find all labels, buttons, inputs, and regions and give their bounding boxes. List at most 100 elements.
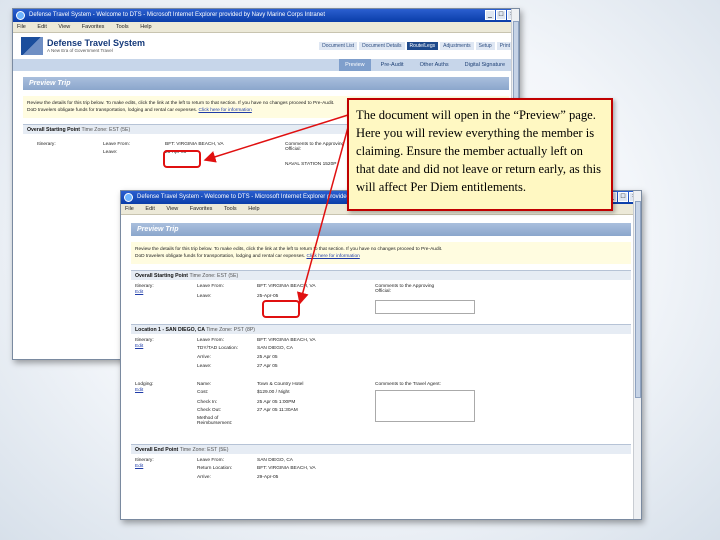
menu-edit[interactable]: Edit [145,206,154,212]
hotel-name-value: Town & Country Hotel [257,382,304,387]
comments-approving-textarea[interactable] [375,300,475,314]
menu-favorites[interactable]: Favorites [82,24,105,30]
comments-label: Comments to the Approving Official: [285,142,345,152]
section-starting-point: Overall Starting Point Time Zone: EST (5… [131,270,631,280]
comments-agent-label: Comments to the Travel Agent: [375,382,441,387]
tab-document-list[interactable]: Document List [319,42,358,50]
menu-tools[interactable]: Tools [116,24,129,30]
front-scrollbar[interactable] [633,191,641,519]
explanation-callout: The document will open in the “Preview” … [347,98,613,211]
leave-from-value: BFT: VIRGINIA BEACH, VA [165,142,224,147]
method-label: Method of Reimbursement: [197,416,233,426]
subnav-digital-signature[interactable]: Digital Signature [459,59,511,71]
lodging-row: Lodging: Edit Name: Town & Country Hotel… [131,380,631,438]
section-timezone: Time Zone: EST (5E) [179,447,229,453]
itinerary-label: Itinerary: [135,338,154,343]
tab-setup[interactable]: Setup [475,42,495,50]
back-date-highlight [163,150,201,168]
back-window-title: Defense Travel System - Welcome to DTS -… [29,12,325,18]
subnav-other-auths[interactable]: Other Auths [414,59,455,71]
sub-navigation: Preview Pre-Audit Other Auths Digital Si… [13,59,519,71]
arrive-value: 29-Apr-05 [257,475,279,480]
instructions-note: Review the details for this trip below. … [131,242,631,264]
dts-logo-icon [21,37,43,55]
leave-from-value: SAN DIEGO, CA [257,458,293,463]
edit-end-link[interactable]: Edit [135,464,143,469]
menu-tools[interactable]: Tools [224,206,237,212]
check-out-label: Check Out: [197,408,221,413]
leave-label: Leave: [197,294,212,299]
section-heading: Location 1 - SAN DIEGO, CA [135,327,205,333]
arrive-label: Arrive: [197,475,211,480]
info-link[interactable]: Click here for information [198,108,251,113]
scroll-thumb[interactable] [635,201,641,398]
front-date-highlight [262,300,300,318]
leave-from-label: Leave From: [197,338,224,343]
comments-approving-label: Comments to the Approving Official: [375,284,435,294]
arrive-label: Arrive: [197,355,211,360]
tab-adjustments[interactable]: Adjustments [440,42,474,50]
site-tagline: A New Era of Government Travel [47,47,113,53]
edit-lodging-link[interactable]: Edit [135,388,143,393]
subnav-pre-audit[interactable]: Pre-Audit [375,59,410,71]
hotel-name-label: Name: [197,382,212,387]
edit-start-link[interactable]: Edit [135,290,143,295]
subnav-preview[interactable]: Preview [339,59,371,71]
return-location-label: Return Location: [197,466,233,471]
check-in-label: Check In: [197,400,218,405]
page-title: Preview Trip [131,223,631,236]
naval-station-value: NAVAL STATION 1520P [285,162,337,167]
section-heading: Overall End Point [135,447,179,453]
tdy-location-value: SAN DIEGO, CA [257,346,293,351]
arrive-value: 25 Apr 05 [257,355,278,360]
tab-route-legs[interactable]: Route/Legs [406,42,439,50]
section-heading: Overall Starting Point [135,273,189,279]
cost-value: $129.00 / Night [257,390,290,395]
edit-location-link[interactable]: Edit [135,344,143,349]
end-point-row: Itinerary: Edit Leave From: SAN DIEGO, C… [131,454,631,488]
menu-file[interactable]: File [125,206,134,212]
check-out-value: 27 Apr 05 11:30AM [257,408,298,413]
menu-view[interactable]: View [58,24,70,30]
leave-value: 27 Apr 05 [257,364,278,369]
note-line-2: DoD travelers obligate funds for transpo… [27,108,198,113]
menu-edit[interactable]: Edit [37,24,46,30]
section-location-1: Location 1 - SAN DIEGO, CA Time Zone: PS… [131,324,631,334]
menu-view[interactable]: View [166,206,178,212]
maximize-button[interactable]: □ [618,192,628,202]
leave-date-value: 25-Apr-05 [257,294,279,299]
menu-help[interactable]: Help [248,206,259,212]
info-link[interactable]: Click here for information [306,254,359,259]
leave-from-label: Leave From: [197,458,224,463]
check-in-value: 25 Apr 05 1:00PM [257,400,296,405]
itinerary-label: Itinerary: [37,142,56,147]
menu-file[interactable]: File [17,24,26,30]
cost-label: Cost: [197,390,209,395]
leave-label: Leave: [103,150,118,155]
comments-agent-textarea[interactable] [375,390,475,422]
main-tabs: Document List Document Details Route/Leg… [319,42,513,50]
front-browser-window: Defense Travel System - Welcome to DTS -… [120,190,642,520]
site-name: Defense Travel System [47,37,146,48]
back-window-titlebar: Defense Travel System - Welcome to DTS -… [13,9,519,22]
site-header: Defense Travel System A New Era of Gover… [13,33,519,59]
section-timezone: Time Zone: EST (5E) [81,127,131,133]
leave-from-value: BFT: VIRGINIA BEACH, VA [257,284,316,289]
itinerary-label: Itinerary: [135,458,154,463]
maximize-button[interactable]: □ [496,10,506,20]
leave-from-value: BFT: VIRGINIA BEACH, VA [257,338,316,343]
location-itinerary-row: Itinerary: Edit Leave From: BFT: VIRGINI… [131,334,631,380]
section-timezone: Time Zone: EST (5E) [189,273,239,279]
ie-logo-icon [124,193,133,202]
starting-point-row: Itinerary: Edit Leave From: Leave: BFT: … [131,280,631,318]
leave-label: Leave: [197,364,212,369]
menu-favorites[interactable]: Favorites [190,206,213,212]
tab-document-details[interactable]: Document Details [359,42,405,50]
ie-logo-icon [16,11,25,20]
leave-from-label: Leave From: [103,142,130,147]
minimize-button[interactable]: _ [485,10,495,20]
menu-help[interactable]: Help [140,24,151,30]
section-timezone: Time Zone: PST (8P) [206,327,256,333]
section-end-point: Overall End Point Time Zone: EST (5E) [131,444,631,454]
leave-from-label: Leave From: [197,284,224,289]
